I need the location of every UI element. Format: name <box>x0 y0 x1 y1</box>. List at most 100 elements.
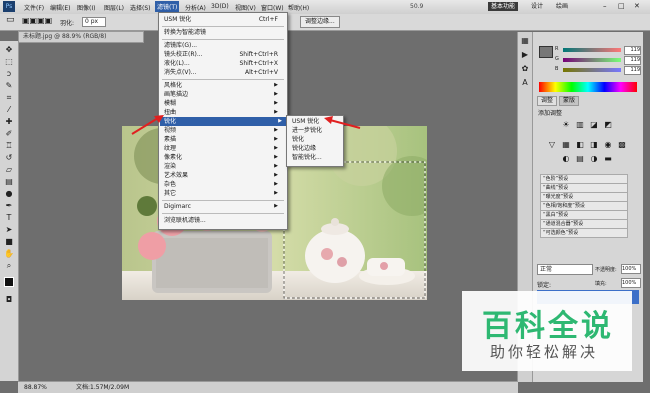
eyedropper-icon[interactable]: ⁄ <box>3 105 15 115</box>
refine-edge-button[interactable]: 调整边缘... <box>300 16 340 28</box>
menu-item-noise[interactable]: 杂色 ▶ <box>164 180 282 189</box>
actions-panel-icon[interactable]: ▶ <box>519 50 531 60</box>
threshold-icon[interactable]: ◑ <box>589 154 599 164</box>
gradient-map-icon[interactable]: ▬ <box>603 154 613 164</box>
menu-item-texture[interactable]: 纹理 ▶ <box>164 144 282 153</box>
zoom-readout[interactable]: 88.87% <box>24 382 47 393</box>
tab-masks[interactable]: 蒙版 <box>559 96 580 106</box>
minimize-icon[interactable]: – <box>600 2 610 11</box>
color-spectrum[interactable] <box>539 82 637 92</box>
marquee-tool-icon[interactable]: ⬚ <box>3 57 15 67</box>
submenu-item-sharpen[interactable]: 锐化 <box>292 135 342 144</box>
workspace-design-button[interactable]: 设计 <box>528 2 546 11</box>
menu-edit[interactable]: 编辑(E) <box>50 3 70 12</box>
menu-window[interactable]: 窗口(W) <box>261 3 284 12</box>
green-value-input[interactable]: 119 <box>624 56 641 65</box>
channel-mixer-icon[interactable]: ▩ <box>617 140 627 150</box>
menu-item-convert-smart-filter[interactable]: 转换为智能滤镜 <box>164 28 282 37</box>
menu-item-other[interactable]: 其它 ▶ <box>164 189 282 198</box>
red-slider[interactable] <box>563 48 621 52</box>
menu-select[interactable]: 选择(S) <box>130 3 151 12</box>
path-select-icon[interactable]: ➤ <box>3 225 15 235</box>
menu-analysis[interactable]: 分析(A) <box>185 3 206 12</box>
close-icon[interactable]: ✕ <box>631 2 643 11</box>
history-brush-icon[interactable]: ↺ <box>3 153 15 163</box>
opacity-input[interactable]: 100% <box>621 264 641 274</box>
menu-3d[interactable]: 3D(D) <box>211 3 229 10</box>
eraser-tool-icon[interactable]: ▱ <box>3 165 15 175</box>
zoom-level[interactable]: 50.9 <box>410 3 423 10</box>
menu-item-filter-gallery[interactable]: 滤镜库(G)... <box>164 41 282 50</box>
photo-filter-icon[interactable]: ◉ <box>603 140 613 150</box>
marquee-tool-icon[interactable]: ▭ <box>6 15 15 25</box>
submenu-item-sharpen-edges[interactable]: 锐化边缘 <box>292 144 342 153</box>
tab-adjustments[interactable]: 调整 <box>537 96 558 106</box>
exposure-icon[interactable]: ◩ <box>603 120 613 130</box>
character-panel-icon[interactable]: A <box>519 78 531 88</box>
invert-icon[interactable]: ◐ <box>561 154 571 164</box>
menu-item-render[interactable]: 渲染 ▶ <box>164 162 282 171</box>
menu-item-brush-strokes[interactable]: 画笔描边 ▶ <box>164 90 282 99</box>
menu-image[interactable]: 图像(I) <box>77 3 95 12</box>
menu-item-liquify[interactable]: 液化(L)... Shift+Ctrl+X <box>164 59 282 68</box>
history-panel-icon[interactable]: ▦ <box>519 36 531 46</box>
blue-slider[interactable] <box>563 68 621 72</box>
submenu-item-smart-sharpen[interactable]: 智能锐化... <box>292 153 342 162</box>
feather-input[interactable]: 0 px <box>82 17 106 27</box>
menu-item-lens-correction[interactable]: 镜头校正(R)... Shift+Ctrl+R <box>164 50 282 59</box>
hand-tool-icon[interactable]: ✋ <box>3 249 15 259</box>
levels-icon[interactable]: ▥ <box>575 120 585 130</box>
green-slider[interactable] <box>563 58 621 62</box>
menu-item-video[interactable]: 视频 ▶ <box>164 126 282 135</box>
menu-item-sketch[interactable]: 素描 ▶ <box>164 135 282 144</box>
dodge-tool-icon[interactable]: ● <box>3 189 15 199</box>
hue-saturation-icon[interactable]: ▦ <box>561 140 571 150</box>
gradient-tool-icon[interactable]: ▤ <box>3 177 15 187</box>
curves-icon[interactable]: ◪ <box>589 120 599 130</box>
menu-filter[interactable]: 滤镜(T) <box>155 1 180 12</box>
menu-item-digimarc[interactable]: Digimarc ▶ <box>164 202 282 211</box>
move-tool-icon[interactable]: ✥ <box>3 45 15 55</box>
fill-input[interactable]: 100% <box>621 278 641 288</box>
document-tab[interactable]: 未标题.jpg @ 88.9% (RGB/8) <box>18 31 144 43</box>
workspace-essentials-button[interactable]: 基本功能 <box>488 2 519 11</box>
brush-tool-icon[interactable]: ✐ <box>3 129 15 139</box>
lasso-tool-icon[interactable]: ↄ <box>3 69 15 79</box>
menu-item-usm-sharpen-last[interactable]: USM 锐化 Ctrl+F <box>164 15 282 24</box>
menu-item-browse-online-filters[interactable]: 浏览联机滤镜... <box>164 216 282 225</box>
menu-item-vanishing-point[interactable]: 消失点(V)... Alt+Ctrl+V <box>164 68 282 77</box>
foreground-color-swatch[interactable] <box>4 277 14 287</box>
menu-item-pixelate[interactable]: 像素化 ▶ <box>164 153 282 162</box>
maximize-icon[interactable]: □ <box>615 2 628 11</box>
black-white-icon[interactable]: ◨ <box>589 140 599 150</box>
workspace-paint-button[interactable]: 绘画 <box>553 2 571 11</box>
foreground-color-swatch[interactable] <box>539 46 553 58</box>
shape-tool-icon[interactable]: ■ <box>3 237 15 247</box>
quick-mask-icon[interactable]: ◘ <box>3 295 15 305</box>
menu-item-artistic[interactable]: 艺术效果 ▶ <box>164 171 282 180</box>
brightness-icon[interactable]: ☀ <box>561 120 571 130</box>
menu-item-distort[interactable]: 扭曲 ▶ <box>164 108 282 117</box>
menu-file[interactable]: 文件(F) <box>24 3 44 12</box>
menu-item-sharpen[interactable]: 锐化 ▶ <box>160 117 286 126</box>
zoom-tool-icon[interactable]: ⌕ <box>3 261 15 271</box>
menu-help[interactable]: 帮助(H) <box>288 3 309 12</box>
menu-item-stylize[interactable]: 风格化 ▶ <box>164 81 282 90</box>
vibrance-icon[interactable]: ▽ <box>547 140 557 150</box>
blend-mode-select[interactable]: 正常 <box>537 264 593 275</box>
menu-view[interactable]: 视图(V) <box>235 3 256 12</box>
brush-panel-icon[interactable]: ✿ <box>519 64 531 74</box>
quick-select-icon[interactable]: ✎ <box>3 81 15 91</box>
selection-mode-icon[interactable]: ▣▣▣▣ <box>22 16 52 25</box>
preset-selective-color[interactable]: “可选颜色”预设 <box>540 228 628 238</box>
menu-layer[interactable]: 图层(L) <box>104 3 124 12</box>
healing-brush-icon[interactable]: ✚ <box>3 117 15 127</box>
color-balance-icon[interactable]: ◧ <box>575 140 585 150</box>
blue-value-input[interactable]: 119 <box>624 66 641 75</box>
type-tool-icon[interactable]: T <box>3 213 15 223</box>
posterize-icon[interactable]: ▤ <box>575 154 585 164</box>
red-value-input[interactable]: 119 <box>624 46 641 55</box>
stamp-tool-icon[interactable]: ♖ <box>3 141 15 151</box>
crop-tool-icon[interactable]: ⌗ <box>3 93 15 103</box>
menu-item-blur[interactable]: 模糊 ▶ <box>164 99 282 108</box>
